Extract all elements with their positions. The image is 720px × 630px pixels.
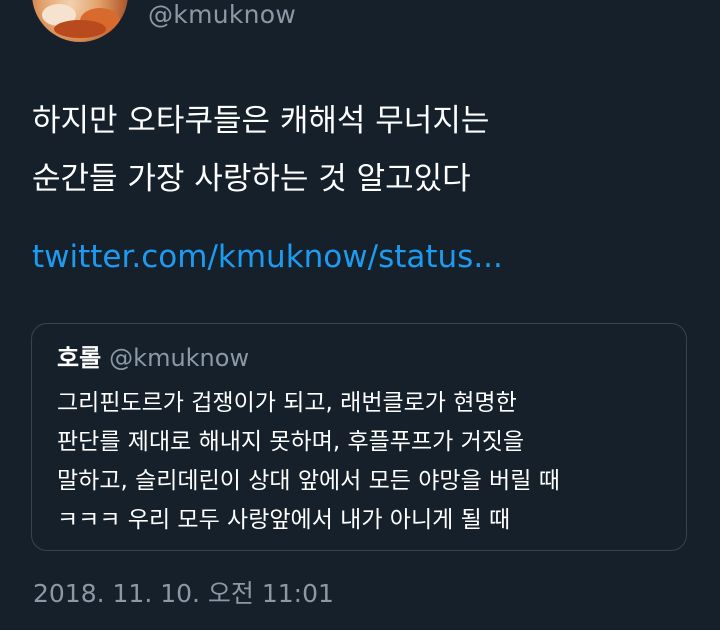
tweet-link[interactable]: twitter.com/kmuknow/status... (32, 233, 503, 281)
avatar[interactable] (32, 0, 128, 42)
quoted-tweet-card[interactable]: 호롤 @kmuknow 그리핀도르가 겁쟁이가 되고, 래번클로가 현명한 판단를… (31, 323, 687, 551)
quoted-text-line: 그리핀도르가 겁쟁이가 되고, 래번클로가 현명한 (57, 390, 517, 416)
avatar-image-detail (54, 20, 106, 38)
tweet-text-line: 순간들 가장 사랑하는 것 알고있다 (32, 161, 471, 197)
author-handle[interactable]: @kmuknow (148, 0, 296, 30)
tweet-text: 하지만 오타쿠들은 캐해석 무너지는 순간들 가장 사랑하는 것 알고있다 (32, 92, 692, 208)
quoted-author-name: 호롤 (57, 344, 102, 372)
tweet-timestamp[interactable]: 2018. 11. 10. 오전 11:01 (33, 577, 334, 611)
tweet-header: @kmuknow (0, 0, 720, 50)
quoted-tweet-text: 그리핀도르가 겁쟁이가 되고, 래번클로가 현명한 판단를 제대로 해내지 못하… (57, 384, 667, 540)
quoted-tweet-header: 호롤 @kmuknow (57, 342, 249, 374)
quoted-text-line: 판단를 제대로 해내지 못하며, 후플푸프가 거짓을 (57, 429, 525, 455)
quoted-text-line: 말하고, 슬리데린이 상대 앞에서 모든 야망을 버릴 때 (57, 468, 560, 494)
quoted-text-line: ㅋㅋㅋ 우리 모두 사랑앞에서 내가 아니게 될 때 (57, 507, 511, 533)
tweet-text-line: 하지만 오타쿠들은 캐해석 무너지는 (32, 103, 490, 139)
quoted-author-handle: @kmuknow (109, 344, 250, 372)
